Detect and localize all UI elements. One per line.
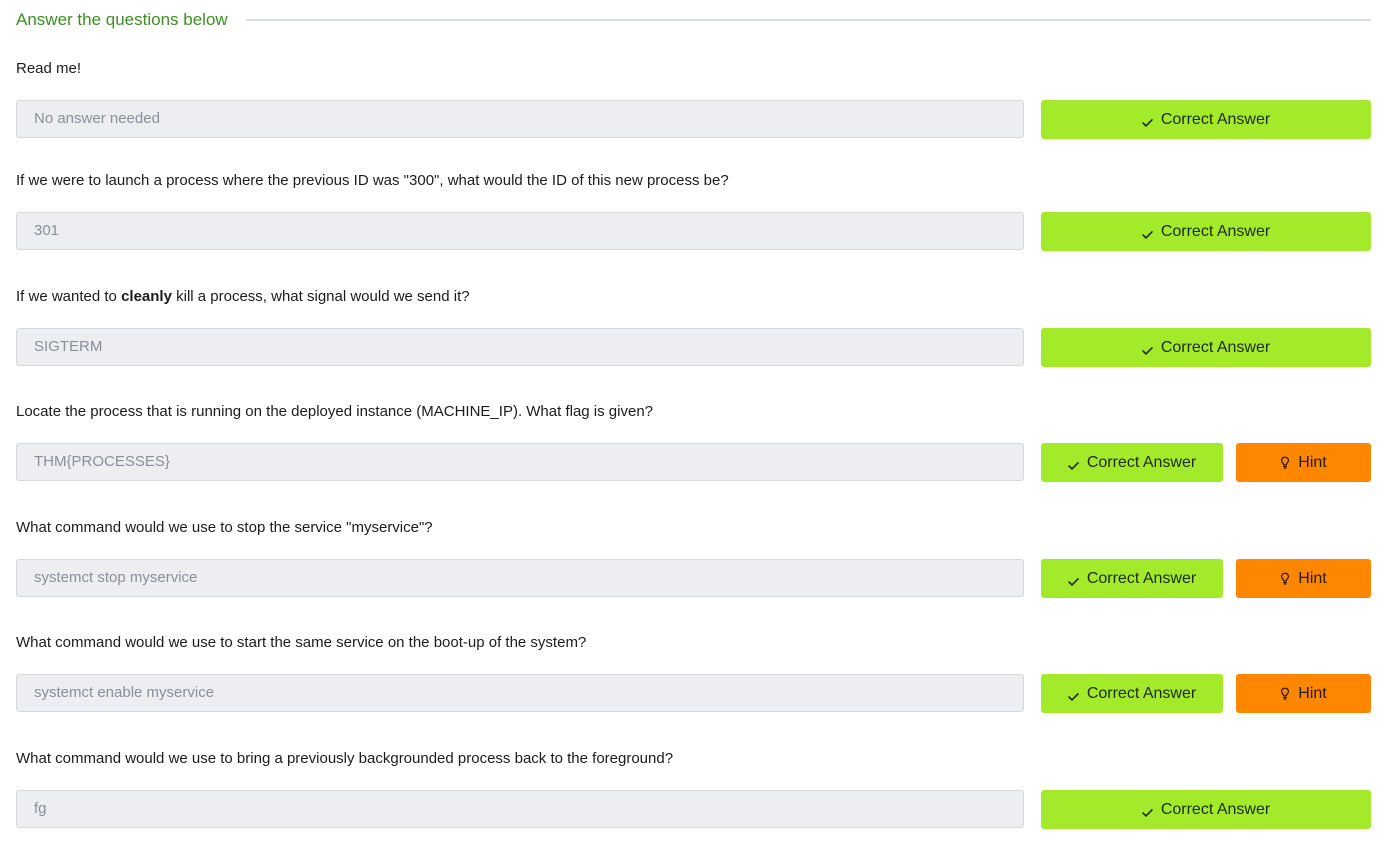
question-text: What command would we use to start the s… <box>16 633 586 653</box>
check-icon <box>1142 806 1153 817</box>
answer-field[interactable]: No answer needed <box>16 100 1024 138</box>
check-icon <box>1068 459 1079 470</box>
hint-label: Hint <box>1298 453 1327 471</box>
answer-field[interactable]: 301 <box>16 212 1024 250</box>
correct-answer-button[interactable]: Correct Answer <box>1041 443 1223 482</box>
answer-field[interactable]: SIGTERM <box>16 328 1024 366</box>
question-text-part: kill a process, what signal would we sen… <box>171 288 470 305</box>
correct-answer-button[interactable]: Correct Answer <box>1041 212 1371 251</box>
correct-answer-label: Correct Answer <box>1086 453 1197 471</box>
hint-button[interactable]: Hint <box>1236 674 1371 713</box>
check-icon <box>1142 228 1153 239</box>
question-text-part: If we were to launch a process where the… <box>16 172 729 189</box>
question-text-part: Locate the process that is running on th… <box>16 403 654 420</box>
question-row: What command would we use to stop the se… <box>16 518 1371 634</box>
question-row: Locate the process that is running on th… <box>16 402 1371 518</box>
answer-field[interactable]: fg <box>16 790 1024 828</box>
question-row: What command would we use to start the s… <box>16 633 1371 749</box>
question-text-part: Read me! <box>16 60 82 77</box>
hint-button[interactable]: Hint <box>1236 443 1371 482</box>
correct-answer-button[interactable]: Correct Answer <box>1041 559 1223 598</box>
check-icon <box>1068 575 1079 586</box>
lightbulb-icon <box>1280 572 1290 585</box>
hint-button[interactable]: Hint <box>1236 559 1371 598</box>
question-row: If we wanted to cleanly kill a process, … <box>16 287 1371 403</box>
question-row: If we were to launch a process where the… <box>16 171 1371 287</box>
question-text-part: What command would we use to start the s… <box>16 634 587 651</box>
question-text-part: What command would we use to bring a pre… <box>16 750 674 767</box>
question-text: What command would we use to stop the se… <box>16 518 433 538</box>
correct-answer-button[interactable]: Correct Answer <box>1041 328 1371 367</box>
answer-field[interactable]: systemct enable myservice <box>16 674 1024 712</box>
correct-answer-button[interactable]: Correct Answer <box>1041 790 1371 829</box>
section-header: Answer the questions below <box>16 9 1371 31</box>
correct-answer-label: Correct Answer <box>1160 222 1271 240</box>
lightbulb-icon <box>1280 456 1290 469</box>
question-text-part: If we wanted to <box>16 288 122 305</box>
check-icon <box>1142 344 1153 355</box>
question-text: If we wanted to cleanly kill a process, … <box>16 287 470 307</box>
question-text-part: What command would we use to stop the se… <box>16 519 433 536</box>
question-text: If we were to launch a process where the… <box>16 171 729 191</box>
hint-label: Hint <box>1298 569 1327 587</box>
question-text: What command would we use to bring a pre… <box>16 749 673 769</box>
question-text-emphasis: cleanly <box>121 288 172 305</box>
question-text: Locate the process that is running on th… <box>16 402 653 422</box>
question-text: Read me! <box>16 59 81 79</box>
lightbulb-icon <box>1280 687 1290 700</box>
question-row: Read me! No answer needed Correct Answer <box>16 59 1371 175</box>
question-row: What command would we use to bring a pre… <box>16 749 1371 865</box>
correct-answer-label: Correct Answer <box>1160 110 1271 128</box>
check-icon <box>1068 690 1079 701</box>
correct-answer-label: Correct Answer <box>1160 338 1271 356</box>
answer-field[interactable]: systemct stop myservice <box>16 559 1024 597</box>
check-icon <box>1142 116 1153 127</box>
answer-field[interactable]: THM{PROCESSES} <box>16 443 1024 481</box>
correct-answer-label: Correct Answer <box>1160 800 1271 818</box>
correct-answer-label: Correct Answer <box>1086 684 1197 702</box>
section-title: Answer the questions below <box>16 10 228 29</box>
hint-label: Hint <box>1298 684 1327 702</box>
correct-answer-button[interactable]: Correct Answer <box>1041 674 1223 713</box>
section-divider <box>245 19 1371 21</box>
correct-answer-button[interactable]: Correct Answer <box>1041 100 1371 139</box>
correct-answer-label: Correct Answer <box>1086 569 1197 587</box>
